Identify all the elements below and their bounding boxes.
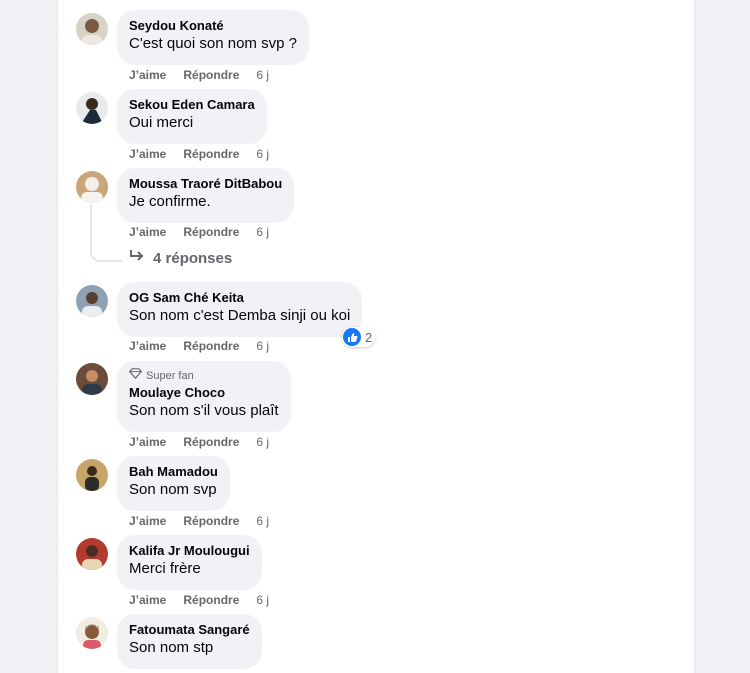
reply-link[interactable]: Répondre <box>183 593 239 607</box>
avatar[interactable] <box>76 13 108 45</box>
comments-panel: Seydou Konaté C'est quoi son nom svp ? J… <box>57 0 695 673</box>
reply-thread-line <box>90 204 122 262</box>
reaction-count[interactable]: 2 <box>342 327 376 347</box>
comment-bubble: Bah Mamadou Son nom svp <box>117 456 230 511</box>
comment-timestamp[interactable]: 6 j <box>256 68 269 82</box>
comment-timestamp[interactable]: 6 j <box>256 435 269 449</box>
reply-link[interactable]: Répondre <box>183 147 239 161</box>
comment-author[interactable]: Kalifa Jr Moulougui <box>129 542 250 559</box>
reply-link[interactable]: Répondre <box>183 514 239 528</box>
view-replies-label: 4 réponses <box>153 249 233 267</box>
badge-label: Super fan <box>146 369 194 382</box>
comment-bubble: Fatoumata Sangaré Son nom stp <box>117 614 262 669</box>
avatar[interactable] <box>76 363 108 395</box>
comment-text: Son nom svp <box>129 481 217 498</box>
comment-actions: J’aime Répondre 6 j <box>129 68 269 82</box>
comment-text: Je confirme. <box>129 193 211 210</box>
avatar[interactable] <box>76 459 108 491</box>
comment-author[interactable]: Sekou Eden Camara <box>129 96 255 113</box>
like-link[interactable]: J’aime <box>129 225 166 239</box>
reply-link[interactable]: Répondre <box>183 225 239 239</box>
reply-link[interactable]: Répondre <box>183 68 239 82</box>
like-link[interactable]: J’aime <box>129 68 166 82</box>
comment-author[interactable]: Fatoumata Sangaré <box>129 621 250 638</box>
comment-actions: J’aime Répondre 6 j <box>129 225 269 239</box>
avatar[interactable] <box>76 538 108 570</box>
comment-timestamp[interactable]: 6 j <box>256 225 269 239</box>
comment-actions: J’aime Répondre 6 j <box>129 147 269 161</box>
comment-text: Oui merci <box>129 114 194 131</box>
comment-bubble: OG Sam Ché Keita Son nom c'est Demba sin… <box>117 282 363 337</box>
like-link[interactable]: J’aime <box>129 147 166 161</box>
like-link[interactable]: J’aime <box>129 435 166 449</box>
comment-timestamp[interactable]: 6 j <box>256 339 269 353</box>
view-replies-button[interactable]: 4 réponses <box>129 249 232 267</box>
comment-bubble: Moussa Traoré DitBabou Je confirme. <box>117 168 295 223</box>
comment-actions: J’aime Répondre 6 j <box>129 339 269 353</box>
comment-text: Son nom c'est Demba sinji ou koi <box>129 307 351 324</box>
comment-author[interactable]: Moulaye Choco <box>129 384 279 401</box>
comment-bubble: Sekou Eden Camara Oui merci <box>117 89 267 144</box>
comment-timestamp[interactable]: 6 j <box>256 593 269 607</box>
avatar[interactable] <box>76 285 108 317</box>
comment-text: C'est quoi son nom svp ? <box>129 35 297 52</box>
super-fan-badge[interactable]: Super fan <box>128 368 279 384</box>
comment-timestamp[interactable]: 6 j <box>256 147 269 161</box>
comment-text: Son nom s'il vous plaît <box>129 402 279 419</box>
comment-author[interactable]: Moussa Traoré DitBabou <box>129 175 282 192</box>
comment-bubble: Kalifa Jr Moulougui Merci frère <box>117 535 262 590</box>
like-link[interactable]: J’aime <box>129 593 166 607</box>
avatar[interactable] <box>76 617 108 649</box>
comment-bubble: Super fan Moulaye Choco Son nom s'il vou… <box>117 361 291 432</box>
comment-text: Son nom stp <box>129 639 214 656</box>
comment-author[interactable]: Bah Mamadou <box>129 463 218 480</box>
thumbs-up-icon <box>343 328 361 346</box>
reaction-count-value: 2 <box>365 329 373 345</box>
comment-actions: J’aime Répondre 6 j <box>129 435 269 449</box>
comment-author[interactable]: OG Sam Ché Keita <box>129 289 350 306</box>
comment-bubble: Seydou Konaté C'est quoi son nom svp ? <box>117 10 309 65</box>
avatar[interactable] <box>76 92 108 124</box>
reply-link[interactable]: Répondre <box>183 435 239 449</box>
avatar[interactable] <box>76 171 108 203</box>
comment-author[interactable]: Seydou Konaté <box>129 17 297 34</box>
like-link[interactable]: J’aime <box>129 514 166 528</box>
reply-arrow-icon <box>129 249 145 267</box>
reply-link[interactable]: Répondre <box>183 339 239 353</box>
comment-actions: J’aime Répondre 6 j <box>129 593 269 607</box>
diamond-icon <box>128 368 143 384</box>
comment-actions: J’aime Répondre 6 j <box>129 514 269 528</box>
like-link[interactable]: J’aime <box>129 339 166 353</box>
comment-text: Merci frère <box>129 560 201 577</box>
comment-timestamp[interactable]: 6 j <box>256 514 269 528</box>
